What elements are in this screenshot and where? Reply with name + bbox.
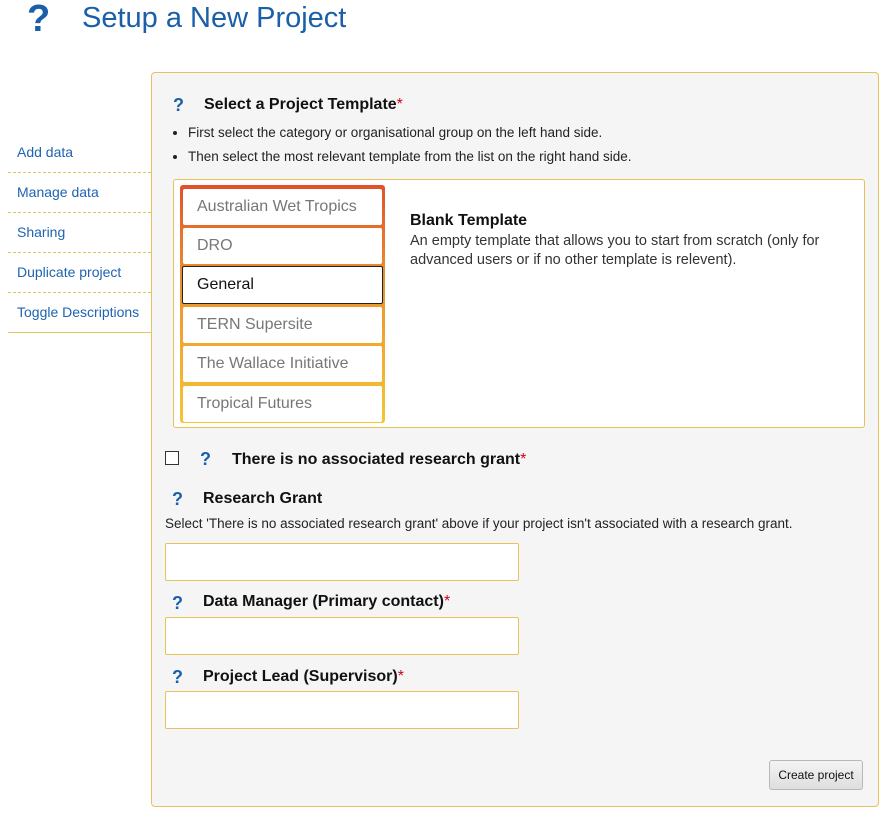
research-grant-label: Research Grant (203, 490, 323, 507)
data-manager-label: Data Manager (Primary contact)* (203, 593, 451, 610)
help-icon[interactable]: ? (172, 594, 183, 612)
sidebar-item-toggle-descriptions[interactable]: Toggle Descriptions (8, 293, 151, 333)
question-mark-icon[interactable]: ? (27, 0, 50, 38)
research-grant-input[interactable] (165, 543, 519, 581)
help-icon[interactable]: ? (200, 450, 211, 468)
help-icon[interactable]: ? (172, 490, 183, 508)
template-title: Blank Template (410, 212, 528, 229)
required-marker: * (397, 668, 404, 685)
required-marker: * (396, 96, 403, 113)
instruction-item: First select the category or organisatio… (188, 125, 631, 149)
category-item-dro[interactable]: DRO (183, 228, 382, 264)
research-grant-help-text: Select 'There is no associated research … (165, 516, 793, 531)
no-grant-label[interactable]: There is no associated research grant* (232, 451, 526, 469)
no-grant-checkbox[interactable] (165, 451, 179, 465)
category-item-tern-supersite[interactable]: TERN Supersite (183, 307, 382, 343)
category-item-tropical-futures[interactable]: Tropical Futures (183, 386, 382, 422)
template-section-title: Select a Project Template* (204, 96, 403, 113)
sidebar-item-manage-data[interactable]: Manage data (8, 173, 151, 213)
sidebar: Add data Manage data Sharing Duplicate p… (8, 133, 151, 333)
sidebar-item-add-data[interactable]: Add data (8, 133, 151, 173)
project-setup-form: ? Select a Project Template* First selec… (151, 72, 879, 807)
template-detail[interactable]: Blank Template An empty template that al… (410, 212, 840, 270)
required-marker: * (443, 593, 451, 610)
page-title: Setup a New Project (82, 2, 347, 34)
create-project-button[interactable]: Create project (769, 760, 863, 790)
category-item-general[interactable]: General (182, 266, 383, 304)
project-lead-input[interactable] (165, 691, 519, 729)
instruction-item: Then select the most relevant template f… (188, 149, 631, 173)
category-list: Australian Wet Tropics DRO General TERN … (180, 185, 385, 423)
help-icon[interactable]: ? (172, 668, 183, 686)
page-header: ? Setup a New Project (0, 0, 887, 60)
template-selector: Australian Wet Tropics DRO General TERN … (173, 179, 865, 428)
sidebar-item-duplicate-project[interactable]: Duplicate project (8, 253, 151, 293)
template-instructions: First select the category or organisatio… (166, 125, 631, 173)
sidebar-item-sharing[interactable]: Sharing (8, 213, 151, 253)
category-item-the-wallace-initiative[interactable]: The Wallace Initiative (183, 346, 382, 382)
template-description: An empty template that allows you to sta… (410, 233, 820, 268)
help-icon[interactable]: ? (173, 96, 184, 114)
required-marker: * (520, 451, 527, 468)
data-manager-input[interactable] (165, 617, 519, 655)
category-item-australian-wet-tropics[interactable]: Australian Wet Tropics (183, 189, 382, 225)
project-lead-label: Project Lead (Supervisor)* (203, 668, 404, 685)
